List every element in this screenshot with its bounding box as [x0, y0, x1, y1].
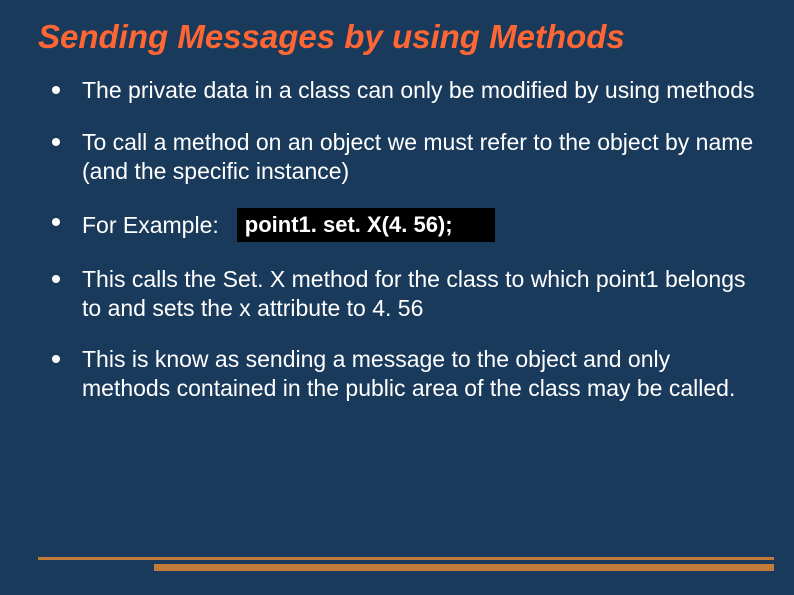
example-label: For Example:	[82, 211, 219, 240]
bullet-item: For Example: point1. set. X(4. 56);	[52, 208, 764, 242]
code-example: point1. set. X(4. 56);	[237, 208, 495, 242]
slide-title: Sending Messages by using Methods	[30, 18, 764, 56]
bullet-list: The private data in a class can only be …	[52, 76, 764, 403]
bullet-item: This calls the Set. X method for the cla…	[52, 265, 764, 323]
divider-thin	[38, 557, 774, 560]
bullet-item: This is know as sending a message to the…	[52, 345, 764, 403]
bullet-item: The private data in a class can only be …	[52, 76, 764, 105]
divider-thick	[154, 564, 774, 571]
bullet-item: To call a method on an object we must re…	[52, 128, 764, 186]
slide-content: Sending Messages by using Methods The pr…	[0, 0, 794, 595]
